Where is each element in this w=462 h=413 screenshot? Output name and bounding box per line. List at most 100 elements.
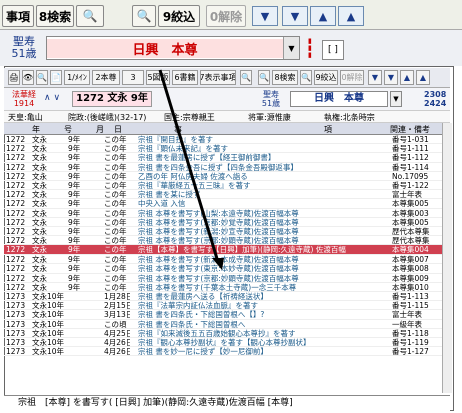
next-icon[interactable]: ▼	[282, 6, 308, 26]
sub-selected[interactable]: 日興 本尊	[290, 91, 388, 107]
table-cell: 4月26日	[104, 337, 130, 347]
table-cell: 番号1-114	[392, 162, 429, 172]
search-button[interactable]: 8検索	[36, 5, 74, 27]
print-icon[interactable]: 🖨	[8, 70, 20, 85]
find-icon[interactable]: 🔍	[76, 5, 104, 27]
preview-icon[interactable]: 👁	[22, 70, 34, 85]
chevron-down-icon[interactable]: ▼	[390, 91, 402, 107]
next-icon[interactable]: ▼	[384, 70, 398, 85]
search-button[interactable]: 8検索	[272, 70, 298, 85]
table-cell: 番号1-127	[392, 347, 429, 357]
prev-icon[interactable]: ▲	[400, 70, 414, 85]
table-cell: 宗祖『法華宗内証仏法血脈』を著す	[138, 301, 258, 311]
table-cell: 宗祖 本尊を書写す(京都:妙覚寺蔵)佐渡百幅本尊	[138, 217, 299, 227]
table-cell: 1272	[6, 208, 26, 218]
table-row[interactable]: 1272 文永 9年 この年 宗祖『華厳経五十五三昧』を著す 番号1-122	[4, 180, 442, 191]
table-row[interactable]: 1273 文永10年 2月15日 宗祖『法華宗内証仏法血脈』を著す 番号1-115	[4, 301, 442, 311]
table-cell: 9年	[68, 190, 81, 200]
table-row[interactable]: 1272 文永 9年 この年 宗祖『顕仏未来記』を著す 番号1-111	[4, 144, 442, 154]
doc-icon[interactable]: 📄	[50, 70, 62, 85]
scrollbar[interactable]	[442, 123, 452, 393]
table-cell: 1272	[6, 171, 26, 181]
table-cell: 9年	[68, 226, 81, 236]
table-cell: 歴代本尊集	[392, 226, 430, 236]
record-count: 2308 2424	[424, 90, 447, 108]
table-cell: 2月15日	[104, 301, 130, 311]
table-cell: 4月26日	[104, 347, 130, 357]
selector-combo[interactable]: 日興 本尊 ▼	[46, 36, 300, 60]
table-cell: 宗祖 書を最蓮房に授ず【経王御前御書】	[138, 153, 276, 163]
table-row[interactable]: 1272 文永 9年 この年 宗祖 本尊を書写す(京都:妙覚寺蔵)佐渡百幅本尊 本尊集00…	[4, 218, 442, 227]
find2-icon[interactable]: 🔍	[258, 70, 270, 85]
filter-button[interactable]: 9絞込	[314, 70, 338, 85]
jiko-button[interactable]: 事項	[2, 5, 34, 27]
table-cell: 9年	[68, 208, 81, 218]
table-row[interactable]: 1273 文永10年 この頃 宗祖 書を四条氏・下総国曽根へ 一級年表	[4, 320, 442, 329]
table-cell: 9年	[68, 162, 81, 172]
table-row[interactable]: 1272 文永 9年 この年 宗祖 本尊を書写す(京都:妙顕寺蔵)佐渡百幅本尊 歴代本尊集	[4, 236, 442, 246]
table-cell: 文永10年	[32, 337, 65, 347]
table-cell: 文永	[32, 153, 47, 163]
table-cell: 1272	[6, 135, 26, 144]
table-cell: この年	[104, 180, 127, 190]
table-row[interactable]: 1272 文永 9年 この年 宗祖 本尊を書写す(東京:本妙寺蔵)佐渡百幅本尊 本尊集00…	[4, 264, 442, 274]
table-row[interactable]: 1272 文永 9年 この年 宗祖 本尊を書写す(山梨:本遠寺蔵)佐渡百幅本尊 本尊集00…	[4, 209, 442, 218]
bracket-button[interactable]: [ ]	[322, 40, 344, 60]
prev-icon[interactable]: ▲	[310, 6, 336, 26]
filter-button[interactable]: 9絞込	[158, 5, 200, 27]
table-cell: 1273	[6, 319, 26, 329]
table-row[interactable]: 1272 文永 9年 この年 宗祖【本尊】を書写す(【日興】加筆)(静岡:久遠寺蔵) 佐…	[4, 245, 442, 256]
table-cell: 文永10年	[32, 301, 65, 311]
table-row[interactable]: 1273 文永10年 4月26日 宗祖 書を妙一尼に授ず【妙一尼御前】 番号1-127	[4, 347, 442, 357]
table-cell: 文永10年	[32, 319, 65, 329]
table-cell: 富士年表	[392, 310, 422, 320]
table-row[interactable]: 1272 文永 9年 この年 宗祖 本尊を書写す(新潟:妙宣寺蔵)佐渡百幅本尊 歴代本尊集	[4, 226, 442, 237]
table-row[interactable]: 1273 文永10年 3月13日 宗祖 書を四条氏・下総国曽根へ【】? 富士年表	[4, 310, 442, 320]
find-icon[interactable]: 🔍	[240, 70, 252, 85]
table-row[interactable]: 1272 文永 9年 この年 宗祖 書を最蓮房に授ず【経王御前御書】 番号1-112	[4, 153, 442, 163]
filter-find-icon[interactable]: 🔍	[132, 5, 156, 27]
chronology-table: 1272 文永 9年 この年 宗祖『開目抄』を著す 番号1-031 1272 文永 9年 この年宗…	[4, 135, 442, 393]
last-icon[interactable]: ▼	[368, 70, 382, 85]
table-cell: 宗祖『観心本尊抄副状』を著す【観心本尊抄副状】	[138, 337, 311, 347]
year-nav-icon[interactable]: ∧ ∨	[44, 93, 60, 103]
display-tab[interactable]: 7表示事項	[200, 70, 236, 85]
table-cell: 1272	[6, 255, 26, 265]
table-cell: 9年	[68, 255, 81, 265]
table-row[interactable]: 1273 文永10年 4月26日 宗祖『観心本尊抄副状』を著す【観心本尊抄副状】 番号1…	[4, 337, 442, 348]
first-icon[interactable]: ▲	[416, 70, 430, 85]
table-row[interactable]: 1272 文永 9年 この年 乙酉の年 阿仏房夫婦 佐渡へ詣る No.17095	[4, 172, 442, 181]
tab-3[interactable]: 3	[122, 70, 144, 85]
table-cell: 1272	[6, 264, 26, 274]
zoom-icon[interactable]: 🔍	[36, 70, 48, 85]
table-row[interactable]: 1272 文永 9年 この年 宗祖 本尊を書写す(千葉本土寺蔵)一念三千本尊 本尊集010	[4, 283, 442, 292]
year-field[interactable]: 1272 文永 9年	[72, 91, 152, 107]
table-row[interactable]: 1272 文永 9年 この年 宗祖 本尊を書写す(新潟:本成寺蔵)佐渡百幅本尊 本尊集00…	[4, 255, 442, 265]
last-icon[interactable]: ▼	[252, 6, 278, 26]
table-cell: 本尊集005	[392, 199, 429, 209]
books-tab[interactable]: 6書籍	[172, 70, 198, 85]
table-row[interactable]: 1272 文永 9年 この年 宗祖 書を四条金吾に授ず【四条金吾殿御返事】 番号1-114	[4, 163, 442, 172]
chevron-down-icon[interactable]: ▼	[283, 37, 299, 59]
marker-icon: ▮ ▮ ▮	[308, 37, 312, 59]
table-row[interactable]: 1272 文永 9年 この年 中央入道 入信 本尊集005	[4, 199, 442, 209]
table-cell: 富士年表	[392, 190, 422, 200]
table-row[interactable]: 1272 文永 9年 この年 宗祖『開目抄』を著す 番号1-031	[4, 135, 442, 145]
main-tab[interactable]: 1/ﾒｲﾝ	[64, 70, 90, 85]
table-row[interactable]: 1273 文永10年 1月28日 宗祖 書を最蓮房へ送る【祈祷経送状】 番号1-113	[4, 292, 442, 302]
table-cell: この年	[104, 217, 127, 227]
table-cell: 1273	[6, 310, 26, 320]
table-row[interactable]: 1272 文永 9年 この年 宗祖 書を某に授ず 富士年表	[4, 190, 442, 200]
table-cell: 本尊集005	[392, 217, 429, 227]
filter-find-icon[interactable]: 🔍	[300, 70, 312, 85]
clear-filter-button[interactable]: 0解除	[206, 5, 246, 27]
table-row[interactable]: 1272 文永 9年 この年 宗祖 本尊を書写す(京都:妙顕寺蔵)佐渡百幅本尊 本尊集00…	[4, 274, 442, 283]
first-icon[interactable]: ▲	[338, 6, 364, 26]
clear-filter-button[interactable]: 0解除	[340, 70, 364, 85]
honzon-tab[interactable]: 2本尊	[92, 70, 120, 85]
table-cell: 9年	[68, 217, 81, 227]
table-row[interactable]: 1273 文永10年 4月25日 宗祖『如来滅後五五百歳始観心本尊抄』を著す 番号1-1…	[4, 329, 442, 338]
figure-tab[interactable]: 5図版	[146, 70, 170, 85]
table-cell: 1272	[6, 273, 26, 283]
table-cell: 宗祖 書を妙一尼に授ず【妙一尼御前】	[138, 347, 268, 357]
